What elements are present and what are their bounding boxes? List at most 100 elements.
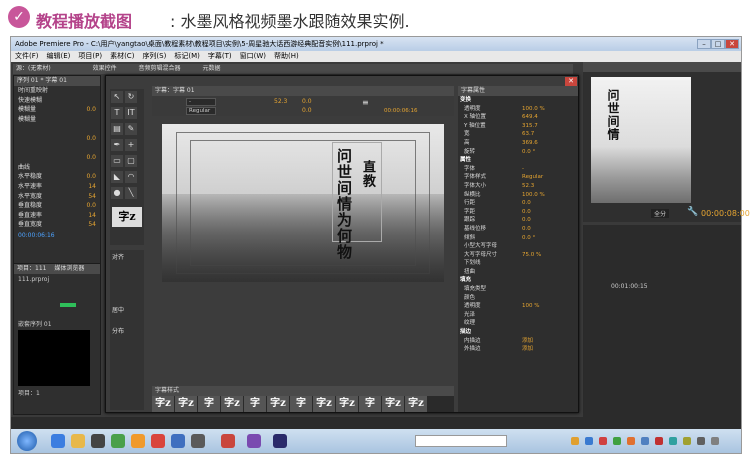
app-icon-gray[interactable]: [191, 434, 205, 448]
property-row[interactable]: 透明度 100.0 %: [458, 105, 578, 114]
rounded-rect-tool-icon[interactable]: ▢: [125, 155, 137, 167]
tray-icon-5[interactable]: [627, 437, 635, 445]
property-row[interactable]: 字体样式 Regular: [458, 173, 578, 182]
property-row[interactable]: Y 轴位置 315.7: [458, 122, 578, 131]
tray-icon-3[interactable]: [599, 437, 607, 445]
area-type-tool-icon[interactable]: ▤: [111, 123, 123, 135]
property-value[interactable]: 100.0 %: [522, 191, 545, 200]
path-type-tool-icon[interactable]: ✎: [125, 123, 137, 135]
title-style-swatch[interactable]: 字z: [382, 396, 404, 412]
property-row[interactable]: 颜色: [458, 294, 578, 303]
dialog-close-button[interactable]: ✕: [565, 77, 577, 86]
property-row[interactable]: 字体 -: [458, 165, 578, 174]
title-canvas[interactable]: 问世间情为何物 直教: [162, 124, 444, 282]
title-editor-tab[interactable]: 字幕：字幕 01: [152, 86, 454, 96]
selection-tool-icon[interactable]: ↖: [111, 91, 123, 103]
tray-icon-1[interactable]: [571, 437, 579, 445]
title-style-swatch[interactable]: 字: [290, 396, 312, 412]
property-value[interactable]: -: [522, 165, 524, 174]
start-button[interactable]: [17, 431, 37, 451]
tab-source[interactable]: 源：(无素材): [16, 65, 51, 72]
app-icon-red[interactable]: [151, 434, 165, 448]
tray-icon-6[interactable]: [641, 437, 649, 445]
menu-item[interactable]: 文件(F): [11, 51, 43, 62]
ie-icon[interactable]: [51, 434, 65, 448]
effect-row-value[interactable]: 0.0: [86, 201, 100, 211]
qq-icon[interactable]: [131, 434, 145, 448]
tray-icon-9[interactable]: [683, 437, 691, 445]
photoshop-icon[interactable]: [221, 434, 235, 448]
input-method-bar[interactable]: [415, 435, 507, 447]
effect-row-value[interactable]: 0.0: [86, 153, 100, 163]
type-tool-icon[interactable]: T: [111, 107, 123, 119]
title-style-swatch[interactable]: 字z: [267, 396, 289, 412]
title-properties-tab[interactable]: 字幕属性: [458, 86, 578, 96]
title-style-swatch[interactable]: 字: [198, 396, 220, 412]
effect-row[interactable]: 模糊量 0.0: [14, 105, 100, 115]
property-section[interactable]: 描边: [458, 328, 578, 337]
effect-row[interactable]: 水平宽度 54: [14, 192, 100, 202]
app-icon-blue[interactable]: [171, 434, 185, 448]
effect-row[interactable]: 模糊量: [14, 115, 100, 125]
property-row[interactable]: 字距 0.0: [458, 208, 578, 217]
effect-row-value[interactable]: 0.0: [86, 172, 100, 182]
effect-row[interactable]: 时间重映射: [14, 86, 100, 96]
property-value[interactable]: Regular: [522, 173, 543, 182]
property-value[interactable]: 添加: [522, 337, 533, 346]
effect-row[interactable]: 垂直稳度 0.0: [14, 201, 100, 211]
effect-row[interactable]: 垂直速率 14: [14, 211, 100, 221]
maximize-button[interactable]: □: [711, 39, 725, 49]
folder-icon[interactable]: [71, 434, 85, 448]
property-row[interactable]: 小型大写字母: [458, 242, 578, 251]
effect-row-value[interactable]: 0.0: [86, 134, 100, 144]
minimize-button[interactable]: –: [697, 39, 711, 49]
premiere-icon[interactable]: [247, 434, 261, 448]
property-row[interactable]: 光泽: [458, 311, 578, 320]
kerning-value[interactable]: 0.0: [302, 98, 312, 105]
chrome-icon[interactable]: [111, 434, 125, 448]
property-value[interactable]: 0.0: [522, 199, 531, 208]
property-row[interactable]: 高 369.6: [458, 139, 578, 148]
tray-icon-7[interactable]: [655, 437, 663, 445]
tab-metadata[interactable]: 元数据: [202, 65, 220, 72]
property-row[interactable]: 外描边 添加: [458, 345, 578, 354]
effect-row[interactable]: 0.0: [14, 153, 100, 163]
effect-row[interactable]: 0.0: [14, 134, 100, 144]
property-row[interactable]: 大写字母尺寸 75.0 %: [458, 251, 578, 260]
project-tab[interactable]: 项目：111 媒体浏览器: [14, 264, 100, 274]
menu-item[interactable]: 窗口(W): [236, 51, 270, 62]
tray-icon-8[interactable]: [669, 437, 677, 445]
title-style-swatch[interactable]: 字z: [313, 396, 335, 412]
project-tab-label[interactable]: 项目：111: [17, 265, 46, 272]
title-style-swatch[interactable]: 字z: [175, 396, 197, 412]
menu-item[interactable]: 字幕(T): [204, 51, 236, 62]
property-row[interactable]: X 轴位置 649.4: [458, 113, 578, 122]
effect-row-value[interactable]: 54: [88, 192, 100, 202]
property-value[interactable]: 0.0 °: [522, 234, 535, 243]
media-browser-tab[interactable]: 媒体浏览器: [54, 265, 84, 272]
tray-icon-4[interactable]: [613, 437, 621, 445]
vertical-type-tool-icon[interactable]: IT: [125, 107, 137, 119]
zoom-select[interactable]: 全分: [651, 209, 670, 218]
wrench-icon[interactable]: 🔧: [687, 207, 698, 217]
property-value[interactable]: 100.0 %: [522, 105, 545, 114]
pen-tool-icon[interactable]: ✒: [111, 139, 123, 151]
network-icon[interactable]: [697, 437, 705, 445]
ellipse-tool-icon[interactable]: ●: [111, 187, 123, 199]
volume-icon[interactable]: [711, 437, 719, 445]
property-row[interactable]: 扭曲: [458, 268, 578, 277]
line-tool-icon[interactable]: ╲: [125, 187, 137, 199]
media-player-icon[interactable]: [91, 434, 105, 448]
align-left-icon[interactable]: ≡: [362, 98, 369, 107]
effect-row-value[interactable]: 14: [88, 182, 100, 192]
effect-row[interactable]: 水平速率 14: [14, 182, 100, 192]
property-row[interactable]: 基线位移 0.0: [458, 225, 578, 234]
property-value[interactable]: 100 %: [522, 302, 539, 311]
menu-item[interactable]: 序列(S): [138, 51, 170, 62]
effect-controls-tab[interactable]: 序列 01 * 字幕 01: [14, 76, 100, 86]
property-value[interactable]: 添加: [522, 345, 533, 354]
effect-row-value[interactable]: 54: [88, 220, 100, 230]
effect-row[interactable]: 垂直宽度 54: [14, 220, 100, 230]
property-value[interactable]: 649.4: [522, 113, 538, 122]
close-button[interactable]: ✕: [725, 39, 739, 49]
